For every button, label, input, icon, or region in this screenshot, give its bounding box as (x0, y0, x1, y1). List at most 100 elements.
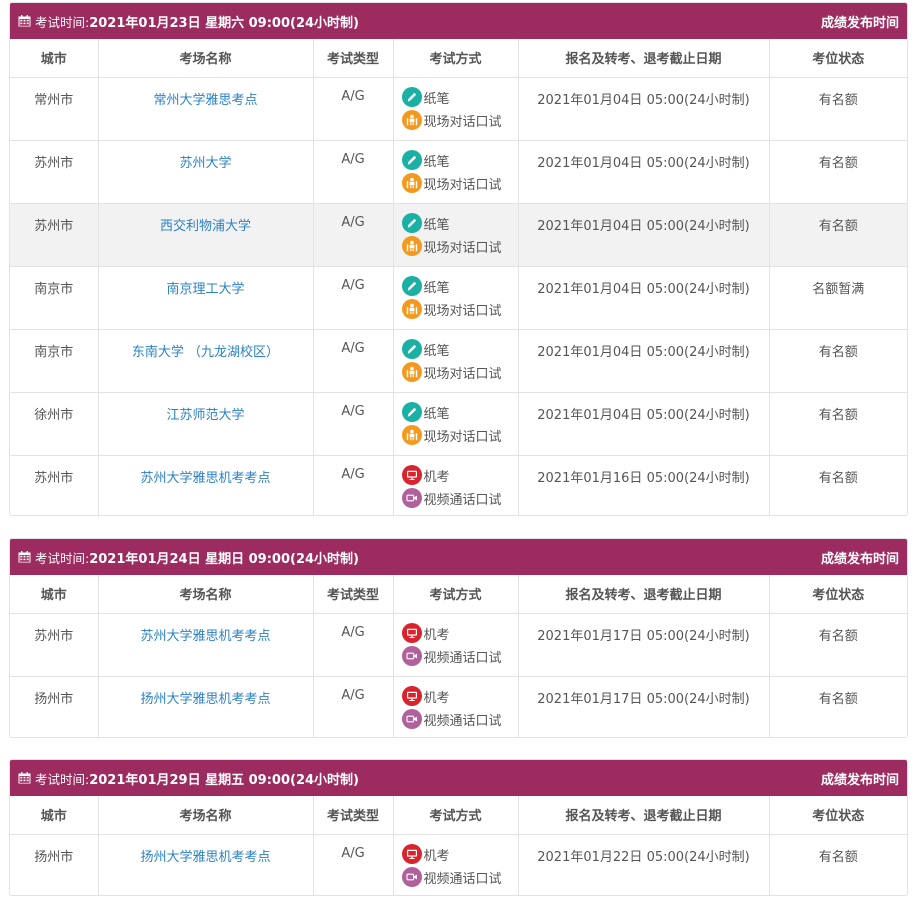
method-paper: 纸笔 (401, 212, 518, 235)
method-label: 现场对话口试 (423, 114, 502, 130)
venue-link[interactable]: 扬州大学雅思机考考点 (140, 692, 270, 707)
status-cell: 名额暂满 (769, 266, 907, 330)
col-deadline: 报名及转考、退考截止日期 (518, 796, 770, 835)
exam-time: 考试时间: 2021年01月24日 星期日 09:00(24小时制) (18, 548, 359, 567)
table-row: 苏州市 苏州大学雅思机考考点 A/G 机考 视频通话口试 2021年01月17日… (10, 613, 907, 677)
city-cell: 苏州市 (10, 140, 99, 204)
col-venue: 考场名称 (98, 575, 314, 614)
type-cell: A/G (313, 613, 394, 677)
method-speaking: 现场对话口试 (401, 235, 518, 258)
method-video: 视频通话口试 (401, 708, 518, 731)
method-label: 纸笔 (423, 406, 450, 422)
pencil-icon (401, 339, 422, 359)
table-row: 扬州市 扬州大学雅思机考考点 A/G 机考 视频通话口试 2021年01月17日… (10, 676, 907, 737)
table-row: 常州市 常州大学雅思考点 A/G 纸笔 现场对话口试 2021年01月04日 0… (10, 77, 907, 141)
venue-link[interactable]: 西交利物浦大学 (160, 219, 251, 234)
method-computer: 机考 (401, 843, 518, 866)
pencil-icon (401, 213, 422, 233)
col-city: 城市 (10, 575, 99, 614)
exam-date: 2021年01月24日 星期日 09:00(24小时制) (89, 551, 359, 567)
type-cell: A/G (313, 77, 394, 141)
city-cell: 苏州市 (10, 455, 99, 515)
venue-link[interactable]: 常州大学雅思考点 (153, 93, 257, 108)
exam-date: 2021年01月23日 星期六 09:00(24小时制) (89, 15, 359, 31)
speaking-person-icon (401, 362, 422, 382)
type-cell: A/G (313, 392, 394, 456)
status-cell: 有名额 (769, 77, 907, 141)
method-speaking: 现场对话口试 (401, 172, 518, 195)
method-cell: 机考 视频通话口试 (393, 676, 519, 737)
table-row: 南京市 南京理工大学 A/G 纸笔 现场对话口试 2021年01月04日 05:… (10, 266, 907, 330)
monitor-icon (401, 844, 422, 864)
method-speaking: 现场对话口试 (401, 361, 518, 384)
exam-block: 考试时间: 2021年01月24日 星期日 09:00(24小时制) 成绩发布时… (9, 538, 908, 738)
type-cell: A/G (313, 266, 394, 330)
city-cell: 苏州市 (10, 203, 99, 267)
col-method: 考试方式 (393, 575, 519, 614)
calendar-icon (18, 772, 31, 784)
video-camera-icon (401, 867, 422, 887)
table-row: 苏州市 苏州大学雅思机考考点 A/G 机考 视频通话口试 2021年01月16日… (10, 455, 907, 515)
results-release-time: 成绩发布时间 (820, 15, 899, 31)
table-row: 苏州市 西交利物浦大学 A/G 纸笔 现场对话口试 2021年01月04日 05… (10, 203, 907, 267)
method-label: 视频通话口试 (423, 871, 502, 887)
method-video: 视频通话口试 (401, 487, 518, 510)
method-computer: 机考 (401, 685, 518, 708)
col-deadline: 报名及转考、退考截止日期 (518, 575, 770, 614)
venue-link[interactable]: 南京理工大学 (166, 282, 244, 297)
venue-link[interactable]: 苏州大学雅思机考考点 (140, 629, 270, 644)
exam-table: 城市 考场名称 考试类型 考试方式 报名及转考、退考截止日期 考位状态 常州市 … (10, 39, 907, 515)
city-cell: 苏州市 (10, 613, 99, 677)
exam-schedule: 考试时间: 2021年01月23日 星期六 09:00(24小时制) 成绩发布时… (0, 0, 920, 905)
calendar-icon (18, 15, 31, 27)
method-cell: 机考 视频通话口试 (393, 455, 519, 515)
venue-link[interactable]: 扬州大学雅思机考考点 (140, 850, 270, 865)
method-paper: 纸笔 (401, 149, 518, 172)
results-release-time: 成绩发布时间 (820, 772, 899, 788)
method-cell: 纸笔 现场对话口试 (393, 266, 519, 330)
method-label: 视频通话口试 (423, 650, 502, 666)
deadline-cell: 2021年01月17日 05:00(24小时制) (518, 676, 770, 737)
venue-link[interactable]: 苏州大学雅思机考考点 (140, 471, 270, 486)
table-row: 南京市 东南大学 （九龙湖校区） A/G 纸笔 现场对话口试 2021年01月0… (10, 329, 907, 393)
method-label: 现场对话口试 (423, 303, 502, 319)
deadline-cell: 2021年01月16日 05:00(24小时制) (518, 455, 770, 515)
calendar-icon (18, 551, 31, 563)
status-cell: 有名额 (769, 203, 907, 267)
venue-link[interactable]: 苏州大学 (179, 156, 231, 171)
video-camera-icon (401, 646, 422, 666)
col-type: 考试类型 (313, 575, 394, 614)
method-cell: 纸笔 现场对话口试 (393, 203, 519, 267)
venue-link[interactable]: 江苏师范大学 (166, 408, 244, 423)
method-speaking: 现场对话口试 (401, 109, 518, 132)
status-cell: 有名额 (769, 613, 907, 677)
method-label: 纸笔 (423, 280, 450, 296)
status-cell: 有名额 (769, 329, 907, 393)
speaking-person-icon (401, 236, 422, 256)
monitor-icon (401, 686, 422, 706)
city-cell: 南京市 (10, 266, 99, 330)
col-method: 考试方式 (393, 796, 519, 835)
method-cell: 机考 视频通话口试 (393, 834, 519, 895)
type-cell: A/G (313, 676, 394, 737)
city-cell: 南京市 (10, 329, 99, 393)
method-label: 视频通话口试 (423, 492, 502, 508)
pencil-icon (401, 276, 422, 296)
speaking-person-icon (401, 299, 422, 319)
venue-link[interactable]: 东南大学 （九龙湖校区） (132, 345, 279, 360)
method-label: 纸笔 (423, 154, 450, 170)
col-city: 城市 (10, 796, 99, 835)
method-cell: 机考 视频通话口试 (393, 613, 519, 677)
method-paper: 纸笔 (401, 401, 518, 424)
speaking-person-icon (401, 425, 422, 445)
method-label: 现场对话口试 (423, 366, 502, 382)
exam-time-label: 考试时间: (35, 771, 90, 787)
status-cell: 有名额 (818, 470, 858, 486)
table-row: 扬州市 扬州大学雅思机考考点 A/G 机考 视频通话口试 2021年01月22日… (10, 834, 907, 895)
col-type: 考试类型 (313, 796, 394, 835)
exam-block-header: 考试时间: 2021年01月29日 星期五 09:00(24小时制) 成绩发布时… (10, 760, 907, 796)
results-release-time: 成绩发布时间 (820, 551, 899, 567)
table-header-row: 城市 考场名称 考试类型 考试方式 报名及转考、退考截止日期 考位状态 (10, 796, 907, 835)
deadline-cell: 2021年01月17日 05:00(24小时制) (518, 613, 770, 677)
method-label: 纸笔 (423, 343, 450, 359)
